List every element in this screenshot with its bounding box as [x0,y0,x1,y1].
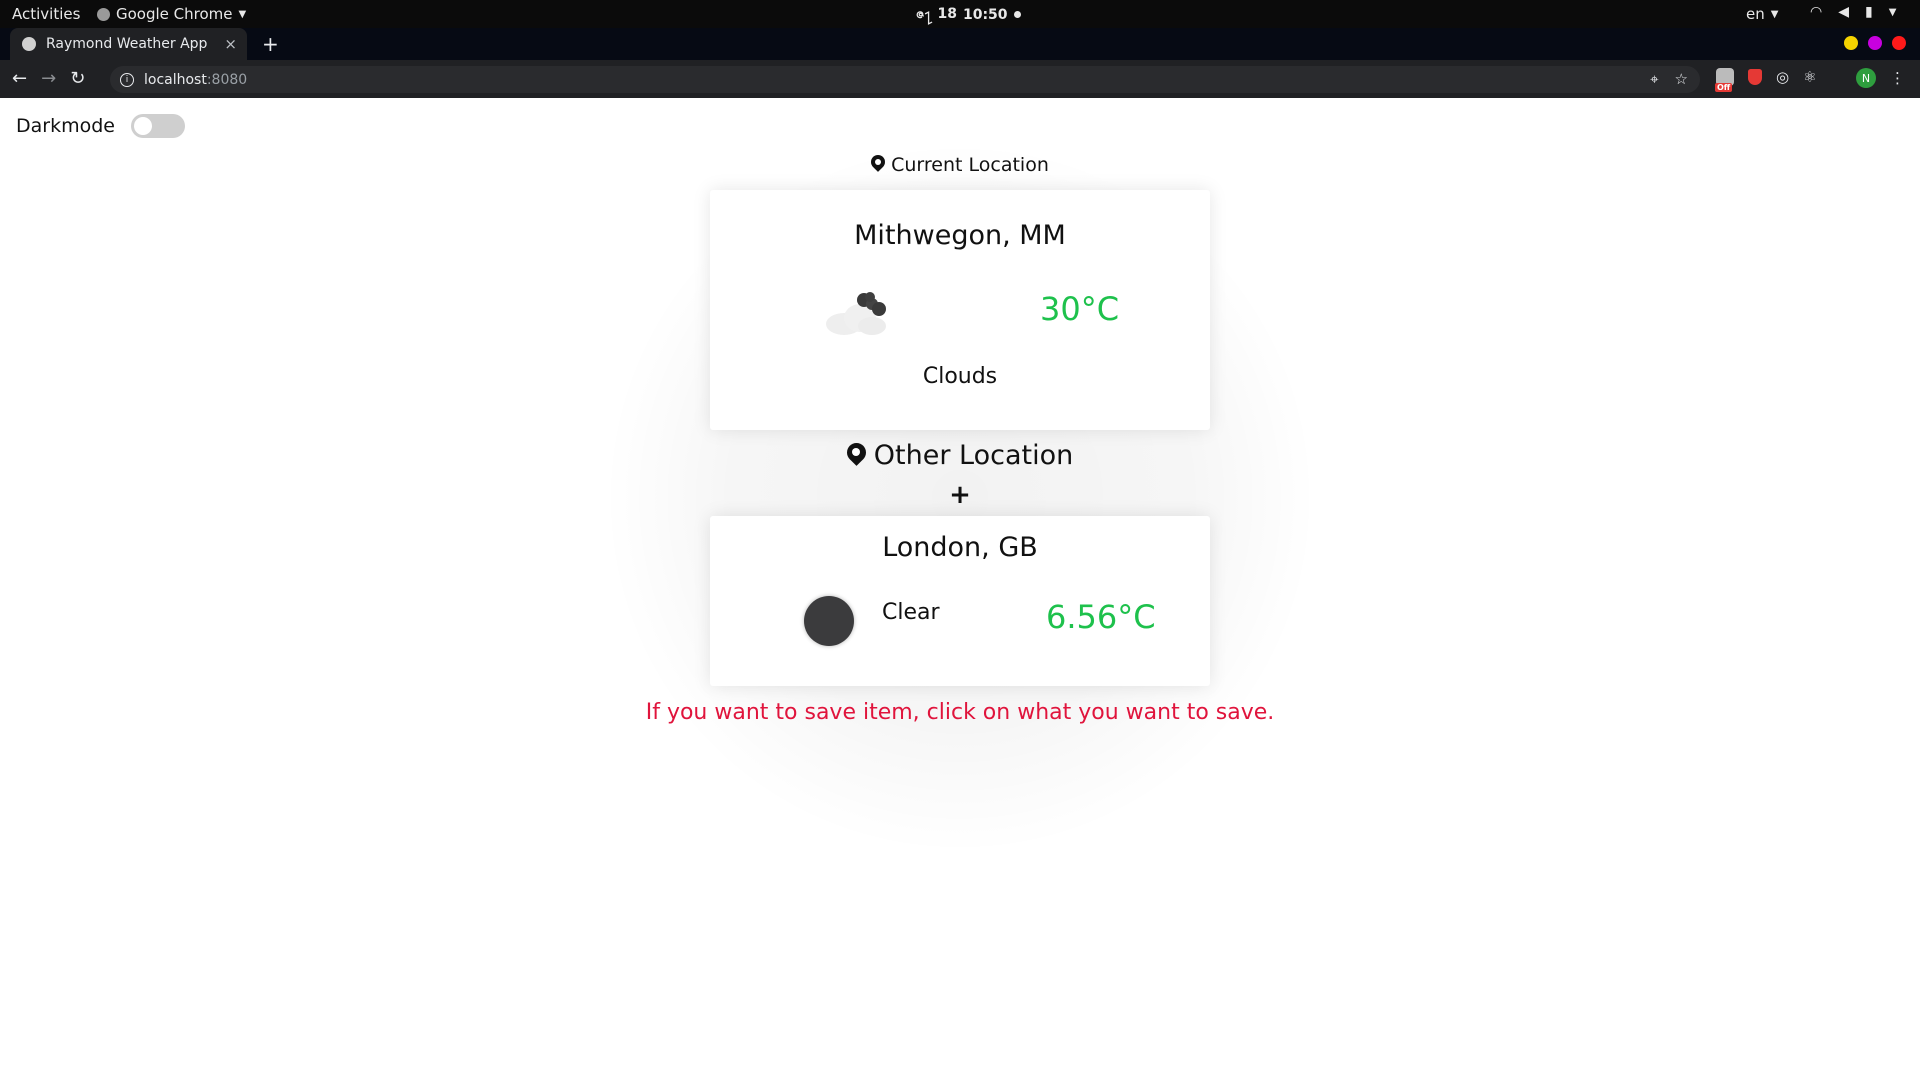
battery-icon: ▮ [1865,4,1873,20]
chevron-down-icon: ▼ [1770,8,1779,20]
tab-close-button[interactable]: × [224,35,237,53]
clouds-icon [826,292,886,335]
current-temperature: 30°C [1040,290,1120,328]
minimize-button[interactable] [1844,36,1858,50]
navigation-buttons: ← → ↻ [12,68,85,89]
current-location-heading: Current Location [0,154,1920,176]
address-bar-actions: ⌖ ☆ [1650,70,1688,88]
other-city: London, GB [882,532,1038,563]
other-temperature: 6.56°C [1046,598,1156,636]
profile-area: N ⋮ [1856,68,1905,88]
map-pin-icon [871,155,885,175]
address-bar[interactable]: i localhost :8080 ⌖ ☆ [110,66,1700,93]
url-host: localhost [144,71,207,88]
new-tab-button[interactable]: + [262,32,279,56]
add-location-button[interactable]: + [0,480,1920,510]
tab-raymond-weather-app[interactable]: Raymond Weather App × [10,28,247,60]
app-menu-label: Google Chrome [116,5,233,23]
current-location-card[interactable]: Mithwegon, MM 30°C Clouds [710,190,1210,430]
other-condition: Clear [882,600,940,625]
other-location-heading: Other Location [0,440,1920,471]
language-label: en [1746,5,1765,23]
shield-icon[interactable] [1748,69,1762,85]
darkmode-control: Darkmode [16,114,185,138]
profile-avatar[interactable]: N [1856,68,1876,88]
toggle-knob [133,117,152,135]
reload-icon[interactable]: ↻ [70,68,85,89]
bookmark-star-icon[interactable]: ☆ [1675,70,1688,88]
location-target-icon[interactable]: ⌖ [1650,70,1658,88]
back-arrow-icon[interactable]: ← [12,68,27,89]
react-extension-icon[interactable]: ⚛ [1803,68,1816,86]
extensions-area: Off ◎ ⚛ [1715,68,1817,92]
activities-button[interactable]: Activities [12,5,80,23]
target-extension-icon[interactable]: ◎ [1776,68,1789,86]
current-city: Mithwegon, MM [854,220,1066,251]
system-tray[interactable]: ◠ ◀ ▮ ▼ [1810,4,1896,20]
clock-time: 10:50 [962,6,1008,23]
app-menu[interactable]: Google Chrome ▼ [97,5,246,23]
chrome-icon [97,7,110,21]
other-location-card[interactable]: London, GB Clear 6.56°C [710,516,1210,686]
notification-dot-icon [1013,11,1021,18]
extension-off-badge: Off [1715,83,1733,92]
tab-title: Raymond Weather App [46,36,208,52]
save-hint: If you want to save item, click on what … [645,700,1275,725]
volume-icon: ◀ [1838,4,1849,20]
system-top-bar: Activities Google Chrome ▼ ဇ႑ 18 10:50 e… [0,0,1920,28]
close-window-button[interactable] [1892,36,1906,50]
weather-app-page: Darkmode Current Location Mithwegon, MM … [0,98,1920,1080]
darkmode-toggle[interactable] [130,114,185,138]
more-menu-icon[interactable]: ⋮ [1890,69,1905,87]
wifi-icon: ◠ [1810,4,1823,20]
globe-icon [22,37,36,51]
url-port: :8080 [206,71,248,88]
other-location-label: Other Location [873,440,1074,471]
browser-toolbar: ← → ↻ i localhost :8080 ⌖ ☆ Off ◎ ⚛ N ⋮ [0,60,1920,98]
info-icon[interactable]: i [120,72,134,87]
current-condition: Clouds [922,364,998,389]
extension-off-icon[interactable]: Off [1715,68,1734,92]
clock[interactable]: ဇ႑ 18 10:50 [916,4,1021,25]
darkmode-label: Darkmode [16,115,115,137]
forward-arrow-icon[interactable]: → [41,68,56,89]
map-pin-icon [847,443,866,469]
maximize-button[interactable] [1868,36,1882,50]
clear-night-icon [804,596,854,646]
clock-date: ဇ႑ 18 [916,6,957,22]
chevron-down-icon: ▼ [238,8,247,20]
window-controls [1844,36,1906,50]
current-location-label: Current Location [891,154,1049,176]
language-selector[interactable]: en ▼ [1746,5,1778,23]
tab-strip: Raymond Weather App × + [0,28,1920,60]
chevron-down-icon: ▼ [1888,6,1897,18]
